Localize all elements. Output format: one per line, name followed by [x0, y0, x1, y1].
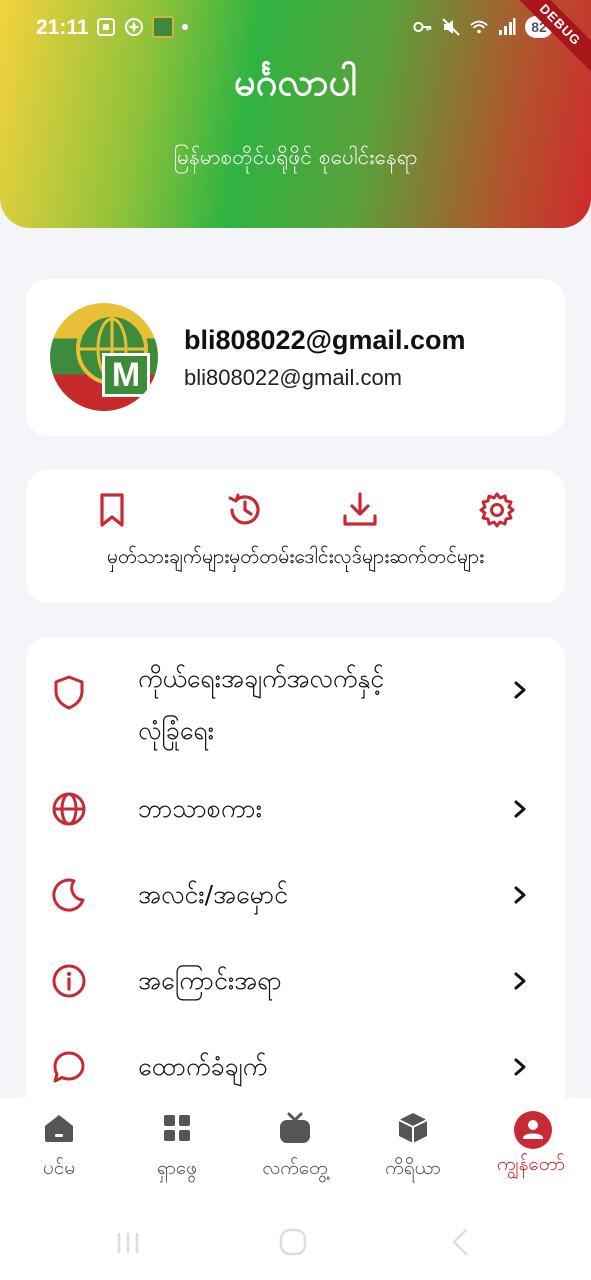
profile-email: bli808022@gmail.com	[184, 365, 403, 390]
status-bar: 21:11 82 DEBUG	[0, 0, 591, 79]
actions-labels: မှတ်သားချက်များ မှတ်တမ်း ဒေါင်းလုဒ်များ ဆက်…	[26, 544, 565, 573]
chevron-right-icon	[510, 885, 530, 905]
chevron-right-icon	[510, 799, 530, 819]
status-time: 21:11	[36, 16, 89, 39]
screenshot-icon	[96, 17, 116, 37]
nav-profile[interactable]: ကျွန်တော်	[472, 1110, 590, 1180]
history-icon	[225, 490, 265, 530]
history-button[interactable]	[181, 490, 309, 530]
download-icon	[340, 490, 380, 530]
grid-icon	[159, 1110, 195, 1146]
chat-icon	[50, 1048, 88, 1086]
nav-label-home: ပင်မ	[42, 1157, 76, 1179]
avatar-letter: M	[102, 353, 150, 397]
profile-icon	[513, 1110, 552, 1149]
nav-home[interactable]: ပင်မ	[0, 1110, 118, 1184]
nav-label-profile: ကျွန်တော်	[496, 1153, 566, 1175]
bookmarks-label: မှတ်သားချက်များ	[106, 545, 230, 568]
downloads-label: ဒေါင်းလုဒ်များ	[294, 545, 390, 568]
dot-icon	[182, 24, 188, 30]
menu-item-privacy[interactable]: ကိုယ်ရေးအချက်အလက်နှင့် လုံခြုံရေး	[26, 647, 565, 759]
chevron-right-icon	[510, 971, 530, 991]
profile-name: bli808022@gmail.com	[184, 325, 466, 355]
header-banner: 21:11 82 DEBUG မင်္ဂလာပါ မြန်မာစတိုင်ပရိ…	[0, 0, 591, 228]
page-subtitle: မြန်မာစတိုင်ပရိုဖိုင် စုပေါင်းနေရာ	[173, 145, 418, 169]
bottom-nav: ပင်မ ရှာဖွေ လက်တွေ့ ကိရိယာ ကျွန်တော်	[0, 1098, 591, 1210]
back-icon[interactable]	[446, 1226, 476, 1262]
nav-label-tools: ကိရိယာ	[385, 1157, 441, 1179]
settings-button[interactable]	[433, 490, 561, 530]
menu-label-privacy-line2: လုံခြုံရေး	[138, 716, 214, 745]
menu-label-about: အကြောင်းအရာ	[138, 966, 282, 995]
settings-menu-card: ကိုယ်ရေးအချက်အလက်နှင့် လုံခြုံရေး ဘာသာစက…	[26, 637, 565, 1102]
menu-label-theme: အလင်း/အမှောင်	[138, 880, 288, 909]
gear-icon	[477, 490, 517, 530]
quick-actions-card: မှတ်သားချက်များ မှတ်တမ်း ဒေါင်းလုဒ်များ ဆက်…	[26, 470, 565, 603]
home-icon	[41, 1110, 77, 1146]
menu-item-theme[interactable]: အလင်း/အမှောင်	[26, 869, 565, 921]
nav-tools[interactable]: ကိရိယာ	[354, 1110, 472, 1184]
nav-search[interactable]: ရှာဖွေ	[118, 1110, 236, 1184]
bookmark-icon	[92, 490, 132, 530]
key-icon	[413, 17, 433, 37]
nav-label-search: ရှာဖွေ	[157, 1157, 197, 1179]
info-icon	[50, 962, 88, 1000]
status-left-icons	[96, 16, 188, 38]
menu-label-language: ဘာသာစကား	[138, 794, 262, 823]
bookmarks-button[interactable]	[48, 490, 176, 530]
menu-label-feedback: ထောက်ခံချက်	[138, 1052, 268, 1081]
menu-label-privacy-line1: ကိုယ်ရေးအချက်အလက်နှင့်	[138, 664, 385, 693]
shield-icon	[50, 673, 88, 711]
system-nav-bar	[0, 1210, 591, 1280]
app-icon	[152, 16, 174, 38]
downloads-button[interactable]	[296, 490, 424, 530]
signal-icon	[497, 17, 517, 37]
box-icon	[395, 1110, 431, 1146]
chevron-right-icon	[510, 680, 530, 700]
menu-item-about[interactable]: အကြောင်းအရာ	[26, 955, 565, 1007]
globe-icon	[50, 790, 88, 828]
status-right-icons: 82	[413, 16, 553, 38]
moon-icon	[50, 876, 88, 914]
nav-practice[interactable]: လက်တွေ့	[236, 1110, 354, 1184]
menu-item-feedback[interactable]: ထောက်ခံချက်	[26, 1041, 565, 1093]
wifi-icon	[469, 17, 489, 37]
home-button-icon[interactable]	[277, 1226, 309, 1262]
history-label: မှတ်တမ်း	[229, 545, 295, 568]
nav-label-practice: လက်တွေ့	[262, 1157, 328, 1179]
menu-item-language[interactable]: ဘာသာစကား	[26, 783, 565, 835]
avatar[interactable]: M	[50, 303, 158, 411]
chevron-right-icon	[510, 1057, 530, 1077]
recents-icon[interactable]	[113, 1228, 143, 1262]
pinwheel-icon	[124, 17, 144, 37]
mute-icon	[441, 17, 461, 37]
tv-icon	[277, 1110, 313, 1146]
profile-card[interactable]: M bli808022@gmail.com bli808022@gmail.co…	[26, 279, 565, 436]
settings-label: ဆက်တင်များ	[389, 545, 485, 568]
page-title: မင်္ဂလာပါ	[234, 60, 357, 104]
